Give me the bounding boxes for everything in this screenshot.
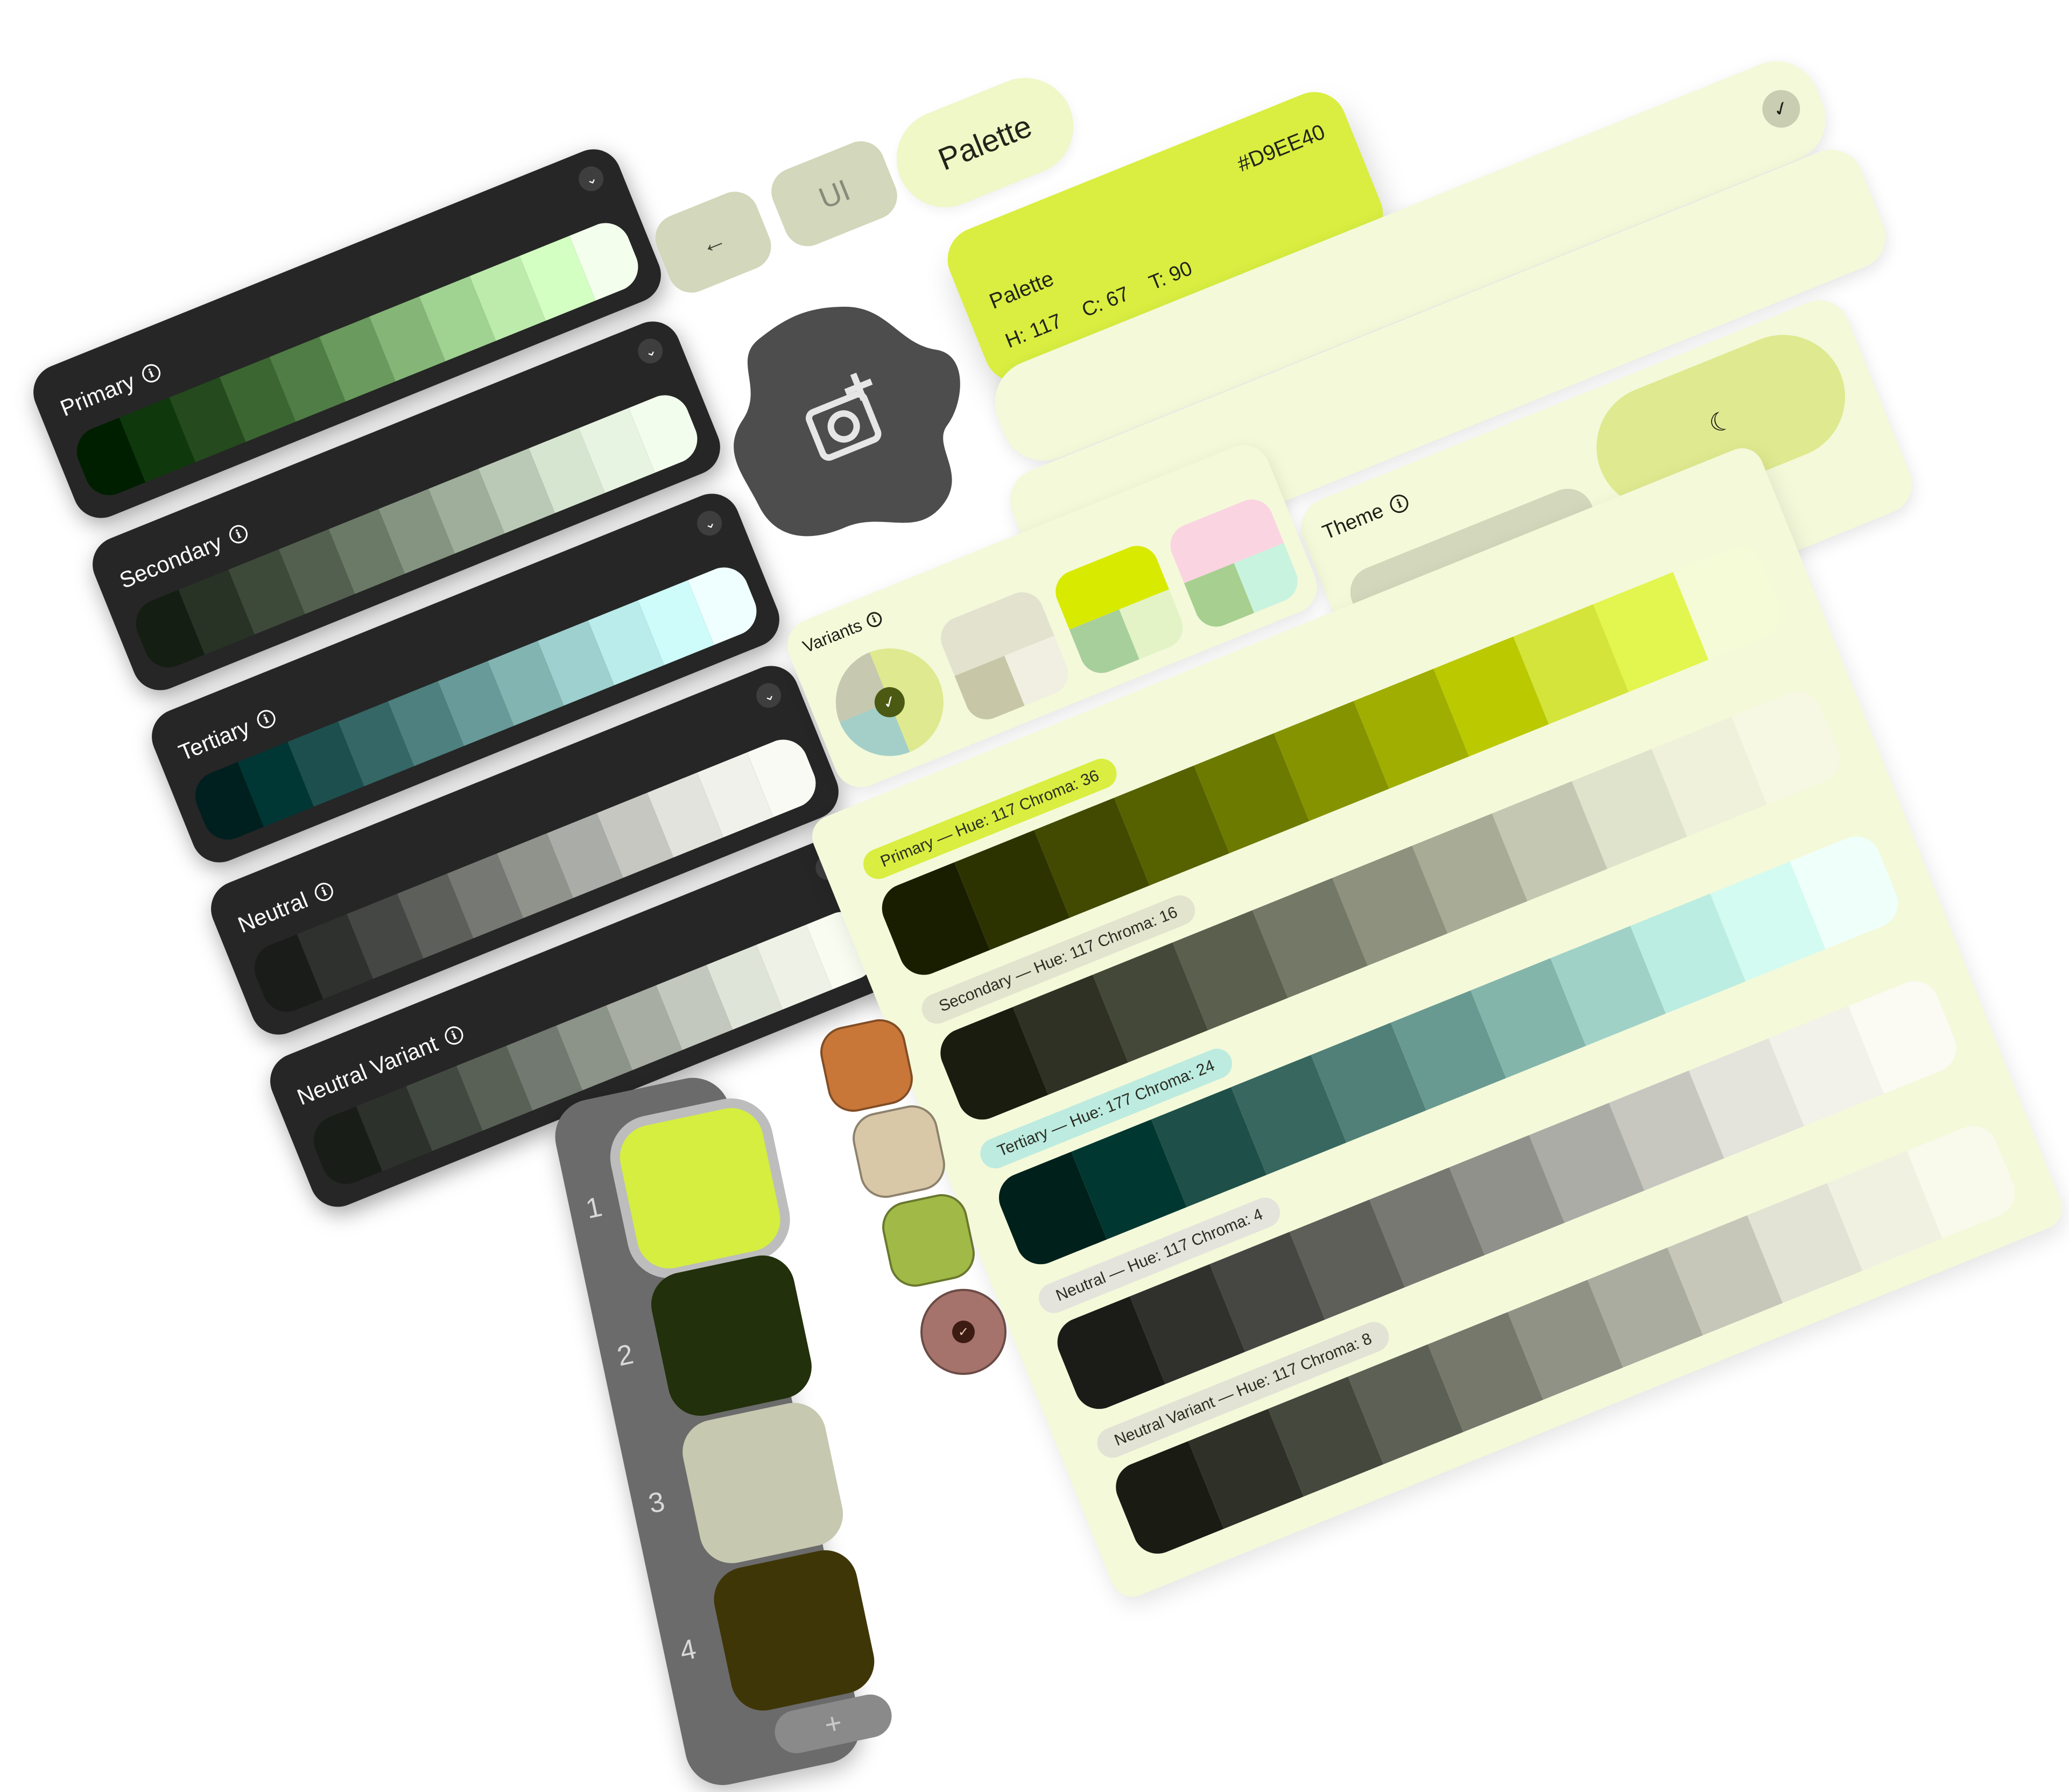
color-list-item[interactable] [677,1396,849,1569]
back-button[interactable]: ← [648,185,778,300]
chroma-value: C: 67 [1078,282,1132,322]
color-list-item[interactable] [614,1102,786,1275]
color-list-number: 3 [645,1486,668,1520]
add-photo-blob [734,307,960,537]
color-list-number: 1 [583,1191,605,1225]
color-info-title: Palette [986,266,1057,314]
color-info-hex: #D9EE40 [1234,119,1329,177]
check-icon: ✓ [870,682,910,722]
variant-option-selected[interactable]: ✓ [819,632,960,772]
chevron-down-icon[interactable]: ⌄ [752,679,785,712]
variants-title: Variants i [800,607,885,657]
color-list-item[interactable] [708,1544,881,1717]
check-icon: ✓ [952,1321,975,1343]
chevron-down-icon[interactable]: ⌄ [634,335,667,368]
theme-label: Theme [1319,499,1387,545]
tonal-card-label: Neutral [234,887,312,938]
theme-title: Theme i [1319,489,1412,545]
tonal-card-label: Tertiary [175,714,254,766]
info-icon[interactable]: i [139,361,163,385]
info-icon[interactable]: i [864,609,884,630]
variant-option-4[interactable] [1164,493,1304,633]
plus-icon: + [821,1706,845,1742]
info-icon[interactable]: i [1387,491,1411,516]
tone-value: T: 90 [1145,257,1196,295]
info-icon[interactable]: i [312,880,336,904]
tab-ui[interactable]: UI [764,134,905,253]
color-swatch-selected[interactable]: ✓ [920,1289,1007,1375]
color-list: 1 2 3 4 + [548,1070,896,1792]
add-photo-button[interactable] [710,285,980,554]
arrow-left-icon: ← [695,224,731,260]
info-icon[interactable]: i [226,522,250,546]
variant-option-2[interactable] [934,585,1075,726]
color-list-number: 4 [677,1633,699,1667]
variants-label: Variants [800,615,865,657]
moon-icon: ☾ [1705,405,1737,440]
chevron-down-icon[interactable]: ✓ [1756,84,1806,133]
info-icon[interactable]: i [442,1024,466,1048]
info-icon[interactable]: i [254,707,278,731]
color-list-number: 2 [614,1338,636,1373]
color-list-item[interactable] [645,1249,818,1422]
variant-option-3[interactable] [1049,539,1190,680]
chevron-down-icon[interactable]: ⌄ [575,163,608,195]
hue-value: H: 117 [1002,309,1065,353]
tonal-card-label: Primary [57,368,138,421]
